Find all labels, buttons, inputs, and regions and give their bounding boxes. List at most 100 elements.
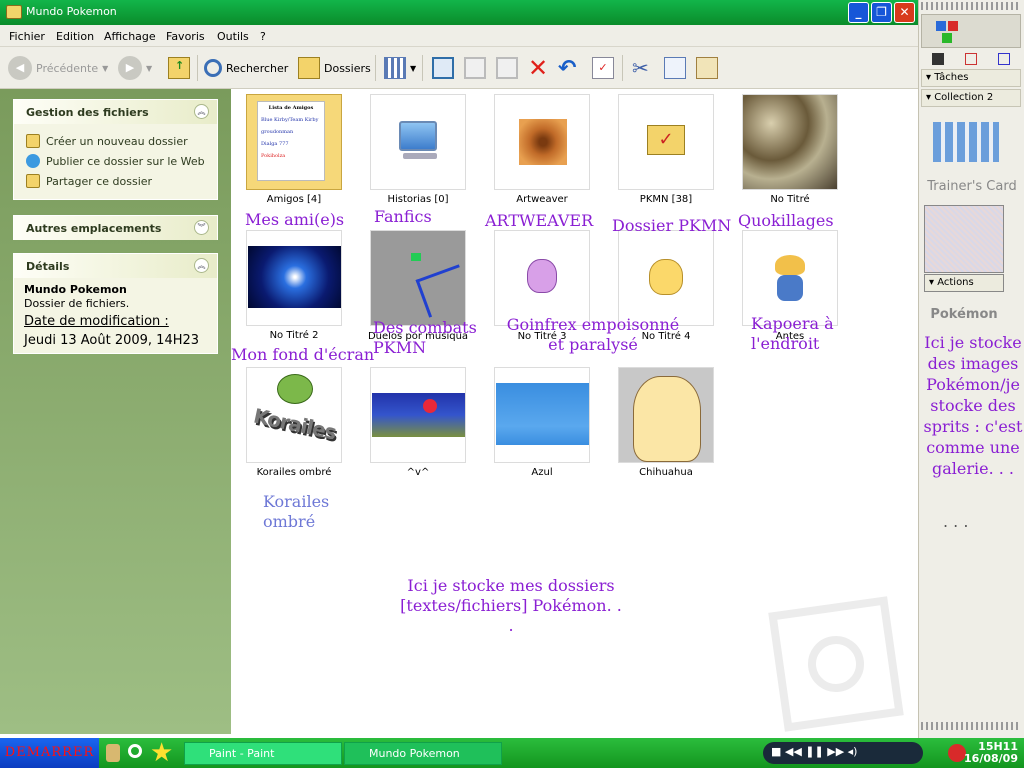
folder-icon <box>6 5 22 19</box>
item-caption[interactable]: Azul <box>482 467 602 478</box>
search-icon[interactable] <box>128 744 142 758</box>
details-name: Mundo Pokemon <box>24 283 127 296</box>
image-thumbnail[interactable] <box>742 94 838 190</box>
item-caption[interactable]: ^v^ <box>358 467 478 478</box>
item-caption[interactable]: Amigos [4] <box>234 194 354 205</box>
copy-button[interactable] <box>664 55 686 81</box>
copy-to-icon <box>464 57 486 79</box>
taskbar-button-mundo-pokemon[interactable]: Mundo Pokemon <box>344 742 502 765</box>
file-tasks-header[interactable]: Gestion des fichiers ︽ <box>14 100 217 124</box>
taskbar-button-paint[interactable]: Paint - Paint <box>184 742 342 765</box>
details-panel: Détails ︽ Mundo Pokemon Dossier de fichi… <box>13 253 218 354</box>
new-folder-task[interactable]: Créer un nouveau dossier <box>26 134 188 148</box>
image-thumbnail[interactable] <box>742 230 838 326</box>
clock[interactable]: 15H11 16/08/09 <box>964 741 1018 765</box>
item-caption[interactable]: PKMN [38] <box>606 194 726 205</box>
folders-button[interactable]: Dossiers <box>298 55 371 81</box>
quicklaunch-icon[interactable] <box>106 744 120 762</box>
details-type: Dossier de fichiers. <box>24 297 130 310</box>
dots-annotation: . . . <box>943 512 969 531</box>
collapse-icon[interactable]: ︽ <box>194 258 209 273</box>
image-thumbnail[interactable]: Korailes <box>246 367 342 463</box>
move-to-button[interactable] <box>432 55 454 81</box>
item-caption[interactable]: Korailes ombré <box>234 467 354 478</box>
minimize-button[interactable]: _ <box>848 2 869 23</box>
collapse-icon[interactable]: ︽ <box>194 104 209 119</box>
actions-dropdown[interactable]: ▾ Actions <box>924 274 1004 292</box>
close-button[interactable]: ✕ <box>894 2 915 23</box>
menu-affichage[interactable]: Affichage <box>104 30 156 43</box>
historias-thumbnail[interactable] <box>370 94 466 190</box>
details-header[interactable]: Détails ︽ <box>14 254 217 278</box>
annotation: Fanfics <box>374 207 432 226</box>
image-thumbnail[interactable] <box>494 230 590 326</box>
annotation: Kapoera à l'endroit <box>751 314 834 353</box>
pokemon-sprite <box>527 259 557 293</box>
image-thumbnail[interactable] <box>370 367 466 463</box>
delete-icon: ✕ <box>528 54 549 82</box>
pkmn-folder-thumbnail[interactable]: ✓ <box>618 94 714 190</box>
media-controls-icon[interactable]: ■ ◀◀ ❚❚ ▶▶ ◂) <box>771 745 857 758</box>
undo-button[interactable]: ↶ <box>558 55 576 81</box>
artweaver-thumbnail[interactable] <box>494 94 590 190</box>
gadget-icon-box[interactable] <box>921 14 1021 48</box>
menu-favoris[interactable]: Favoris <box>166 30 205 43</box>
star-icon[interactable]: ★ <box>150 738 173 768</box>
menu-edition[interactable]: Edition <box>56 30 94 43</box>
image-thumbnail[interactable] <box>246 230 342 326</box>
annotation: Quokillages <box>738 211 834 230</box>
pokemon-sprite <box>775 255 805 275</box>
chevron-down-icon: ▼ <box>410 63 417 73</box>
image-thumbnail[interactable] <box>618 230 714 326</box>
forward-button[interactable]: ▶ ▼ <box>118 55 152 81</box>
views-button[interactable]: ▼ <box>384 55 416 81</box>
cut-button[interactable]: ✂ <box>632 55 649 81</box>
expand-icon[interactable]: ︾ <box>194 220 209 235</box>
view-list-icon[interactable] <box>964 53 977 65</box>
publish-web-task[interactable]: Publier ce dossier sur le Web <box>26 154 205 168</box>
cards-preview[interactable] <box>933 122 999 162</box>
start-button[interactable]: DEMARRER <box>0 738 99 768</box>
item-caption[interactable]: Historias [0] <box>358 194 478 205</box>
menu-outils[interactable]: Outils <box>217 30 249 43</box>
share-button[interactable] <box>496 55 518 81</box>
taches-header[interactable]: ▾ Tâches <box>921 69 1021 87</box>
copy-to-button[interactable] <box>464 55 486 81</box>
search-button[interactable]: Rechercher <box>204 55 288 81</box>
chevron-down-icon: ▼ <box>146 63 153 73</box>
item-caption[interactable]: No Titré <box>730 194 850 205</box>
properties-button[interactable]: ✓ <box>592 55 614 81</box>
task-pane: Gestion des fichiers ︽ Créer un nouveau … <box>0 89 231 734</box>
forward-arrow-icon: ▶ <box>118 56 142 80</box>
view-small-icon[interactable] <box>931 53 944 65</box>
annotation: Dossier PKMN <box>612 216 732 235</box>
image-preview[interactable] <box>924 205 1004 273</box>
view-thumb-icon[interactable] <box>998 53 1011 65</box>
item-caption[interactable]: No Titré 2 <box>234 330 354 341</box>
menu-fichier[interactable]: Fichier <box>9 30 45 43</box>
back-button[interactable]: ◀ Précédente ▼ <box>8 55 108 81</box>
delete-button[interactable]: ✕ <box>528 54 549 82</box>
share-folder-task[interactable]: Partager ce dossier <box>26 174 152 188</box>
image-thumbnail[interactable] <box>618 367 714 463</box>
media-player-bar[interactable]: ■ ◀◀ ❚❚ ▶▶ ◂) <box>763 742 923 764</box>
properties-icon: ✓ <box>592 57 614 79</box>
menu-help[interactable]: ? <box>260 30 266 43</box>
item-caption[interactable]: Chihuahua <box>606 467 726 478</box>
pokemon-sprite <box>633 376 701 462</box>
details-date-label: Date de modification : <box>24 314 169 329</box>
paste-button[interactable] <box>696 55 718 81</box>
grip[interactable] <box>921 722 1021 730</box>
image-thumbnail[interactable] <box>494 367 590 463</box>
other-places-header[interactable]: Autres emplacements ︾ <box>14 216 217 240</box>
maximize-button[interactable]: ❐ <box>871 2 892 23</box>
move-to-icon <box>432 57 454 79</box>
grip[interactable] <box>921 2 1021 10</box>
item-caption[interactable]: Artweaver <box>482 194 602 205</box>
up-folder-button[interactable]: ↑ <box>168 55 190 81</box>
folder-thumbnail-amigos[interactable]: Lista de Amigos Blue Kirby/Team Kirby gr… <box>246 94 342 190</box>
collection-header[interactable]: ▾ Collection 2 <box>921 89 1021 107</box>
folders-icon <box>298 57 320 79</box>
pokemon-label: Pokémon <box>930 307 998 322</box>
image-thumbnail[interactable] <box>370 230 466 326</box>
